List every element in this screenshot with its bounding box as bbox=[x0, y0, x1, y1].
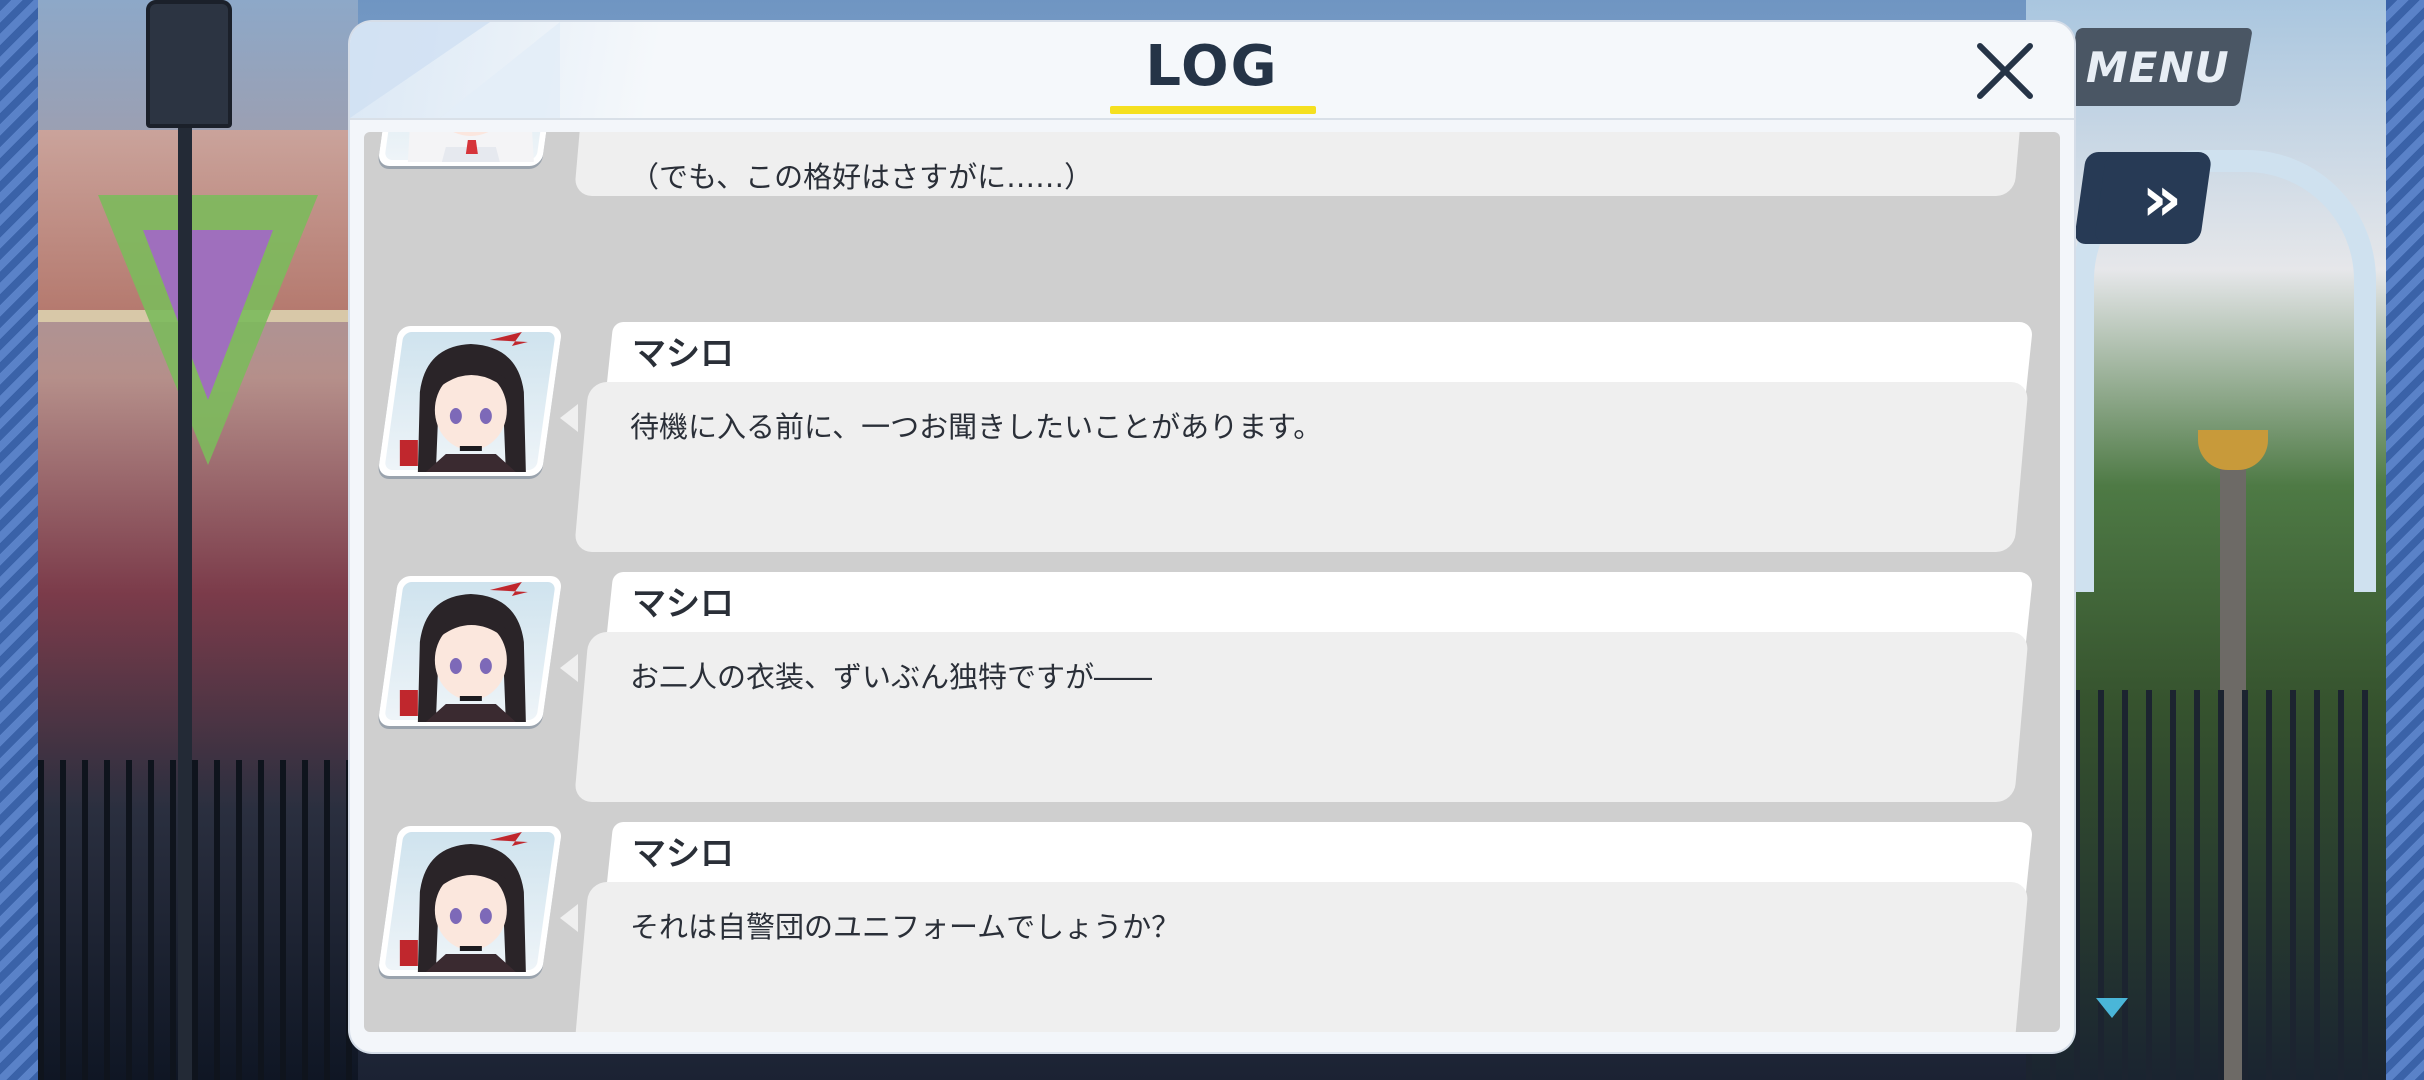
left-border-stripe bbox=[0, 0, 38, 1080]
message-text: （でも、この格好はさすがに……） bbox=[630, 160, 1094, 194]
dialog-title: LOG bbox=[1145, 34, 1279, 99]
carousel-scenery bbox=[38, 0, 358, 1080]
log-entry: マシロ お二人の衣装、ずいぶん独特ですが―― bbox=[364, 572, 2060, 820]
skip-button[interactable]: » bbox=[2093, 152, 2213, 244]
speaker-name: マシロ bbox=[632, 334, 734, 374]
close-icon bbox=[1977, 43, 2033, 99]
mashiro-portrait bbox=[377, 576, 563, 726]
fast-forward-icon: » bbox=[2141, 161, 2165, 235]
close-button[interactable] bbox=[1970, 36, 2040, 106]
fence bbox=[38, 760, 358, 1080]
scroll-down-icon bbox=[2096, 998, 2128, 1018]
log-entry: （でも、この格好はさすがに……） bbox=[364, 132, 2060, 310]
log-entry: マシロ それは自警団のユニフォームでしょうか？ bbox=[364, 822, 2060, 1032]
menu-label: MENU bbox=[2086, 42, 2230, 92]
message-text: それは自警団のユニフォームでしょうか？ bbox=[630, 910, 1181, 944]
dialog-header: LOG bbox=[350, 22, 2074, 120]
right-border-stripe bbox=[2386, 0, 2424, 1080]
log-dialog: LOG （でも、この格好はさすがに……） マシロ 待機に入る前に、一つお聞きした… bbox=[350, 22, 2074, 1052]
mashiro-portrait bbox=[377, 326, 563, 476]
speaker-name: マシロ bbox=[632, 584, 734, 624]
menu-button[interactable]: MENU bbox=[2063, 28, 2253, 106]
message-text: 待機に入る前に、一つお聞きしたいことがあります。 bbox=[630, 410, 1323, 444]
log-entry: マシロ 待機に入る前に、一つお聞きしたいことがあります。 bbox=[364, 322, 2060, 570]
white-haired-character-portrait bbox=[377, 132, 563, 166]
log-list[interactable]: （でも、この格好はさすがに……） マシロ 待機に入る前に、一つお聞きしたいことが… bbox=[364, 132, 2060, 1032]
message-text: お二人の衣装、ずいぶん独特ですが―― bbox=[630, 660, 1153, 694]
speaker-name: マシロ bbox=[632, 834, 734, 874]
fence bbox=[2026, 690, 2386, 1080]
title-underline bbox=[1110, 106, 1316, 114]
mashiro-portrait bbox=[377, 826, 563, 976]
